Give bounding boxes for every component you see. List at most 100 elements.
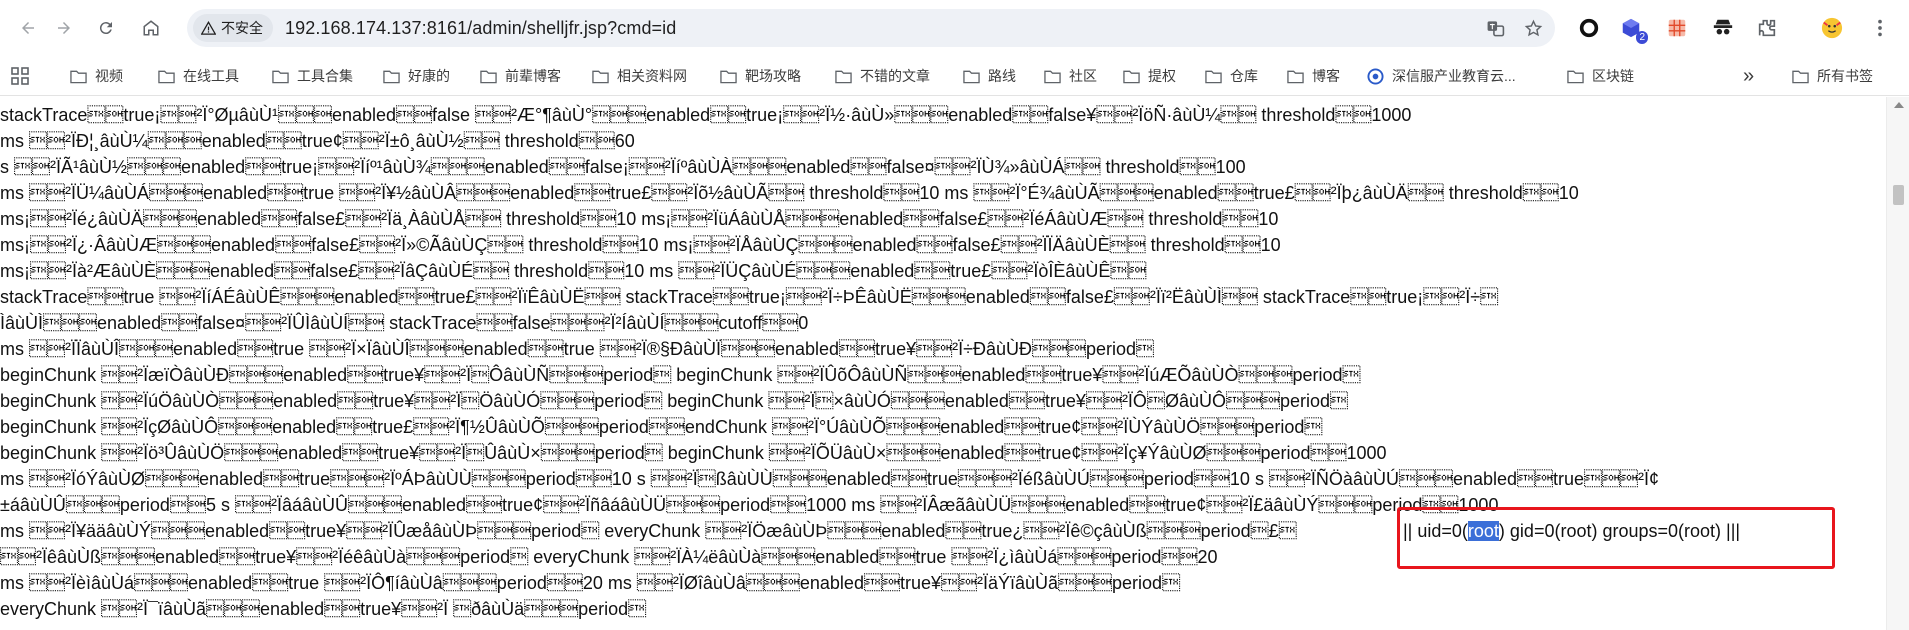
bookmark-label: 在线工具 <box>183 68 239 84</box>
profile-avatar[interactable] <box>1818 14 1846 42</box>
output-line: beginChunk ²ÏçØâùÙÔenabledtrue£… <box>0 417 1323 437</box>
bookmark-label: 深信服产业教育云... <box>1392 68 1516 84</box>
bookmark-folder[interactable]: 区块链 <box>1567 64 1634 88</box>
folder-icon <box>835 70 852 83</box>
bookmark-folder[interactable]: 社区 <box>1044 64 1097 88</box>
extension-badge: 2 <box>1636 31 1648 44</box>
output-line: ms ²ÏÏâùÙÎenabledtrue ²Ï×ÏâùÙÎ… <box>0 339 1155 359</box>
warning-icon <box>201 20 216 35</box>
bookmark-label: 仓库 <box>1230 68 1258 84</box>
reload-button[interactable] <box>90 12 122 44</box>
output-line: stackTracetrue ²ÏíÁÉâùÙÊenabled… <box>0 287 1499 307</box>
bookmark-folder[interactable]: 不错的文章 <box>835 64 930 88</box>
output-line: ms ²ÏèìâùÙáenabledtrue ²ÏÔ¶íâùÙ… <box>0 573 1181 593</box>
extensions-menu-button[interactable] <box>1753 14 1781 42</box>
kebab-menu-icon <box>1878 19 1882 37</box>
bookmark-label: 路线 <box>988 68 1016 84</box>
home-button[interactable] <box>135 12 167 44</box>
folder-icon <box>963 70 980 83</box>
translate-button[interactable] <box>1483 16 1507 40</box>
bookmark-folder[interactable]: 提权 <box>1123 64 1176 88</box>
address-bar[interactable]: 不安全 192.168.174.137:8161/admin/shelljfr.… <box>187 9 1555 47</box>
bookmark-folder[interactable]: 视频 <box>70 64 123 88</box>
apps-grid-icon[interactable] <box>10 66 30 86</box>
output-line: ms ²ÏóÝâùÙØenabledtrue²ÏºÁÞâùÙ… <box>0 469 1660 489</box>
scrollbar-thumb[interactable] <box>1893 185 1904 205</box>
output-line: ms¡²Ï¿·ÂâùÙÆenabledfalse£²Ï»©Ãâ… <box>0 235 1281 255</box>
bookmark-star-button[interactable] <box>1521 16 1545 40</box>
browser-toolbar: 不安全 192.168.174.137:8161/admin/shelljfr.… <box>0 0 1909 56</box>
bookmark-folder[interactable]: 前辈博客 <box>480 64 561 88</box>
bookmark-label: 好康的 <box>408 68 450 84</box>
bookmark-label: 不错的文章 <box>860 68 930 84</box>
output-line: everyChunk ²Ï¯ïâùÙãenabledtrue¥… <box>0 599 647 619</box>
bookmark-label: 前辈博客 <box>505 68 561 84</box>
folder-icon <box>1123 70 1140 83</box>
folder-icon <box>1287 70 1304 83</box>
folder-icon <box>158 70 175 83</box>
output-line: ²ÏêâùÙßenabledtrue¥²ÏéêâùÙàp… <box>0 547 1218 567</box>
output-line: beginChunk ²ÏæïÒâùÙÐenabledtrue¥… <box>0 365 1361 385</box>
output-line: ms¡²Ïé¿âùÙÄenabledfalse£²Ïä¸Àâù… <box>0 209 1279 229</box>
folder-icon <box>1044 70 1061 83</box>
puzzle-icon <box>1758 19 1776 37</box>
folder-icon <box>1205 70 1222 83</box>
bookmark-folder[interactable]: 相关资料网 <box>592 64 687 88</box>
bookmark-folder[interactable]: 在线工具 <box>158 64 239 88</box>
site-favicon-icon <box>1367 67 1384 85</box>
output-line: stackTracetrue¡²Ï°ØµâùÙ¹enabled… <box>0 105 1412 125</box>
bookmark-label: 博客 <box>1312 68 1340 84</box>
arrow-right-icon <box>58 22 70 34</box>
output-line: ms ²Ï¥ääâùÙÝenabledtrue¥²ÏÛæåâù… <box>0 521 1297 541</box>
ring-icon <box>1579 18 1599 38</box>
output-line: beginChunk ²Ïö³ÛâùÙÖenabledtrue¥… <box>0 443 1387 463</box>
reload-icon <box>99 22 112 35</box>
bookmark-folder[interactable]: 好康的 <box>383 64 450 88</box>
home-icon <box>143 20 159 36</box>
all-bookmarks-label: 所有书签 <box>1817 68 1873 84</box>
bookmark-label: 视频 <box>95 68 123 84</box>
output-line: beginChunk ²ÏúÖâùÙÒenabledtrue¥… <box>0 391 1348 411</box>
folder-icon <box>592 70 609 83</box>
star-icon <box>1524 19 1542 36</box>
url-text[interactable]: 192.168.174.137:8161/admin/shelljfr.jsp?… <box>285 18 676 39</box>
bookmark-site[interactable]: 深信服产业教育云... <box>1367 64 1516 88</box>
bookmark-folder[interactable]: 靶场攻略 <box>720 64 801 88</box>
folder-icon <box>1567 70 1584 83</box>
bookmark-label: 相关资料网 <box>617 68 687 84</box>
vertical-scrollbar[interactable] <box>1886 97 1909 630</box>
bookmark-folder[interactable]: 工具合集 <box>272 64 353 88</box>
bookmark-folder[interactable]: 博客 <box>1287 64 1340 88</box>
extension-mask[interactable] <box>1709 14 1737 42</box>
grid-table-icon <box>1668 19 1686 37</box>
all-bookmarks-button[interactable]: 所有书签 <box>1792 64 1873 88</box>
bookmarks-bar: 视频 在线工具 工具合集 好康的 前辈博客 相关资料网 靶场攻略 不错的文章 路… <box>0 56 1909 96</box>
extension-circle[interactable] <box>1575 14 1603 42</box>
bookmark-label: 工具合集 <box>297 68 353 84</box>
security-label: 不安全 <box>221 20 263 36</box>
security-indicator[interactable]: 不安全 <box>193 14 273 42</box>
extension-grid[interactable] <box>1663 14 1691 42</box>
extension-cube[interactable]: 2 <box>1617 14 1648 44</box>
output-line: ÌâùÙÌenabledfalse¤²ÏÛÌâùÙÍ stac… <box>0 313 809 333</box>
chevron-double-right-icon: » <box>1743 64 1755 87</box>
folder-icon <box>383 70 400 83</box>
bookmark-label: 社区 <box>1069 68 1097 84</box>
bookmarks-overflow-button[interactable]: » <box>1743 64 1754 88</box>
bookmark-label: 提权 <box>1148 68 1176 84</box>
browser-menu-button[interactable] <box>1866 14 1894 42</box>
bookmark-folder[interactable]: 路线 <box>963 64 1016 88</box>
folder-icon <box>272 70 289 83</box>
spy-mask-icon <box>1713 19 1733 35</box>
back-button[interactable] <box>12 12 44 44</box>
bookmark-folder[interactable]: 仓库 <box>1205 64 1258 88</box>
folder-icon <box>1792 70 1809 83</box>
bookmark-label: 靶场攻略 <box>745 68 801 84</box>
output-line: ±áâùÙÛperiod5 s ²ÏâáâùÙÛenable… <box>0 495 1499 515</box>
highlight-annotation-box <box>1397 507 1835 569</box>
forward-button[interactable] <box>48 12 80 44</box>
bookmark-label: 区块链 <box>1592 68 1634 84</box>
translate-icon <box>1487 20 1504 36</box>
output-line: ms ²ÏÐ¦¸âùÙ¼enabledtrue¢²Ï±ô¸âù… <box>0 131 635 151</box>
scroll-up-icon[interactable] <box>1894 102 1904 108</box>
